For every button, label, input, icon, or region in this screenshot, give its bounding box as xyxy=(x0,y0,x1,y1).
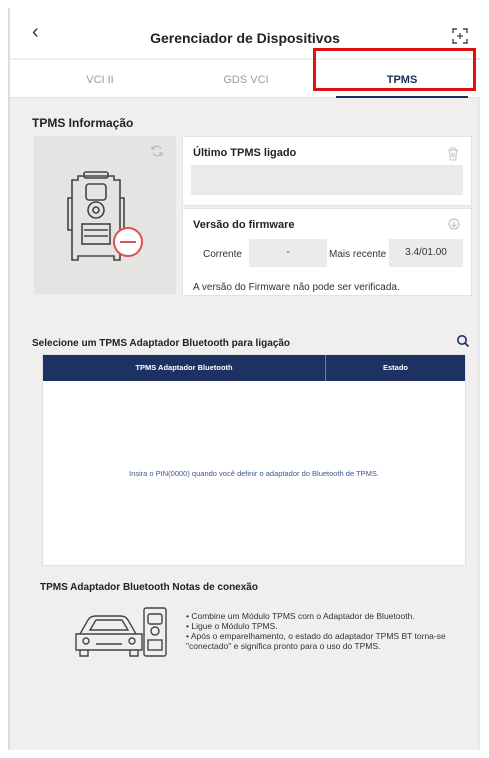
search-icon[interactable] xyxy=(456,334,470,348)
table-header: TPMS Adaptador Bluetooth Estado xyxy=(43,355,465,381)
firmware-latest-label: Mais recente xyxy=(329,249,387,260)
car-with-adapter-icon xyxy=(75,607,167,657)
last-connected-card: Último TPMS ligado xyxy=(182,136,472,206)
tab-gds-vci[interactable]: GDS VCI xyxy=(176,60,316,98)
fullscreen-icon[interactable] xyxy=(452,28,468,44)
tpms-info-title: TPMS Informação xyxy=(32,116,134,130)
last-connected-title: Último TPMS ligado xyxy=(193,147,297,159)
firmware-card: Versão do firmware Corrente - Mais recen… xyxy=(182,208,472,296)
list-item: • Ligue o Módulo TPMS. xyxy=(186,621,278,631)
firmware-current-value: - xyxy=(249,239,327,267)
firmware-settings-icon[interactable] xyxy=(447,217,461,231)
tpms-device-card xyxy=(34,136,176,294)
trash-icon[interactable] xyxy=(447,147,459,161)
firmware-title: Versão do firmware xyxy=(193,219,295,231)
connection-notes-title: TPMS Adaptador Bluetooth Notas de conexã… xyxy=(40,582,258,593)
bluetooth-adapter-table: TPMS Adaptador Bluetooth Estado Insira o… xyxy=(42,354,466,566)
page-title: Gerenciador de Dispositivos xyxy=(150,30,340,46)
refresh-icon[interactable] xyxy=(150,144,164,158)
column-header-adapter[interactable]: TPMS Adaptador Bluetooth xyxy=(43,355,325,381)
device-manager-window: ‹ Gerenciador de Dispositivos VCI II GDS… xyxy=(8,8,480,750)
app-header: ‹ Gerenciador de Dispositivos xyxy=(10,8,480,58)
firmware-note: A versão do Firmware não pode ser verifi… xyxy=(193,282,400,293)
firmware-current-label: Corrente xyxy=(203,249,242,260)
tab-tpms[interactable]: TPMS xyxy=(328,60,476,98)
firmware-latest-value: 3.4/01.00 xyxy=(389,239,463,267)
tab-vci-ii[interactable]: VCI II xyxy=(30,60,170,98)
connection-notes-list: • Combine um Módulo TPMS com o Adaptador… xyxy=(186,611,476,651)
list-item: • Combine um Módulo TPMS com o Adaptador… xyxy=(186,611,415,621)
empty-table-message: Insira o PIN(0000) quando você definir o… xyxy=(128,469,380,478)
bluetooth-select-title: Selecione um TPMS Adaptador Bluetooth pa… xyxy=(32,338,291,349)
tpms-adapter-disconnected-icon xyxy=(67,171,143,261)
list-item: • Após o emparelhamento, o estado do ada… xyxy=(186,631,446,651)
tab-bar: VCI II GDS VCI TPMS xyxy=(10,60,480,98)
column-header-status[interactable]: Estado xyxy=(326,355,465,381)
last-connected-value xyxy=(191,165,463,195)
